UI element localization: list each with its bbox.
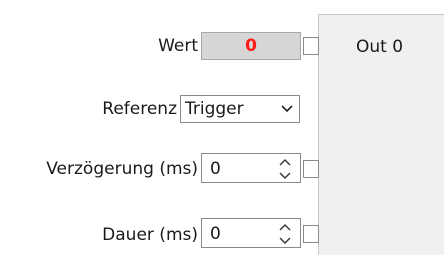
dauer-label: Dauer (ms) — [102, 225, 198, 245]
node-editor: Out 0 Wert 0 Referenz Trigger Verzögerun… — [0, 0, 444, 255]
wert-port[interactable] — [303, 37, 319, 55]
dauer-spinner[interactable]: 0 — [201, 218, 301, 248]
up-down-chevron-icon[interactable] — [276, 156, 294, 182]
output-panel-title: Out 0 — [356, 37, 404, 57]
verzoegerung-port[interactable] — [303, 160, 319, 178]
wert-value-display: 0 — [201, 32, 301, 60]
dauer-value: 0 — [210, 224, 221, 244]
verzoegerung-spinner[interactable]: 0 — [201, 153, 301, 183]
verzoegerung-label: Verzögerung (ms) — [46, 159, 198, 179]
wert-label: Wert — [158, 36, 198, 56]
referenz-label: Referenz — [102, 99, 177, 119]
chevron-down-icon — [281, 99, 293, 124]
verzoegerung-value: 0 — [210, 159, 221, 179]
referenz-selected-value: Trigger — [185, 99, 244, 119]
dauer-port[interactable] — [303, 225, 319, 243]
referenz-select[interactable]: Trigger — [180, 95, 300, 123]
up-down-chevron-icon[interactable] — [276, 221, 294, 247]
